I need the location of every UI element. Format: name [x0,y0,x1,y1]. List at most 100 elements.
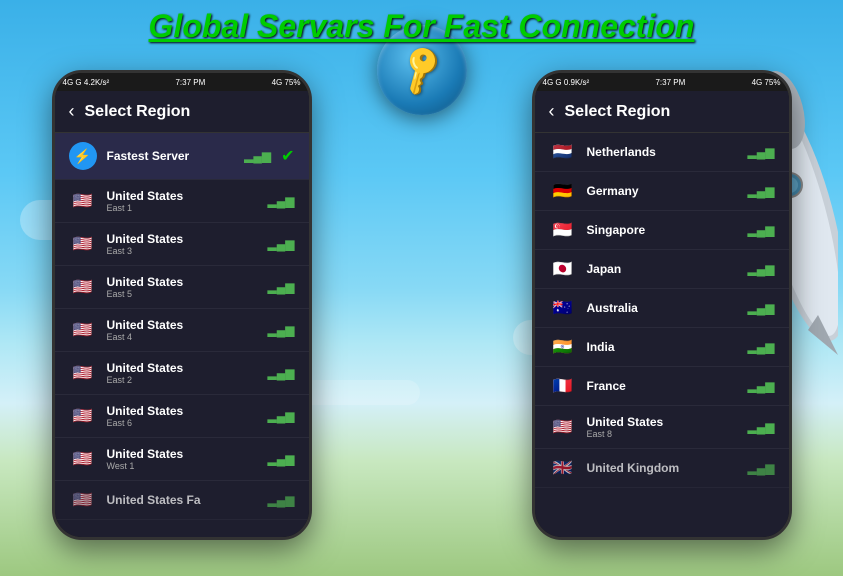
server-info: Fastest Server [107,149,235,163]
server-name: United States [107,275,258,289]
signal-icon: ▂▄▆ [748,145,775,159]
list-item[interactable]: 🇮🇳 India ▂▄▆ [535,328,789,367]
key-icon: 🔑 [392,41,452,100]
server-name: United States [107,232,258,246]
server-info: United States East 6 [107,404,258,428]
server-sub: East 4 [107,332,258,342]
signal-icon: ▂▄▆ [268,194,295,208]
server-list-right: 🇳🇱 Netherlands ▂▄▆ 🇩🇪 Germany ▂▄▆ [535,133,789,537]
flag-nl: 🇳🇱 [549,142,577,162]
status-left-info: 4G G 4.2K/s² [63,78,110,87]
list-item[interactable]: 🇺🇸 United States West 1 ▂▄▆ [55,438,309,481]
server-name: United States [107,318,258,332]
server-name: France [587,379,738,393]
flag-us: 🇺🇸 [69,490,97,510]
signal-icon: ▂▄▆ [268,237,295,251]
phone-left: 4G G 4.2K/s² 7:37 PM 4G 75% ‹ Select Reg… [52,70,312,540]
server-info: United States East 5 [107,275,258,299]
screen-header-right: ‹ Select Region [535,91,789,133]
flag-us: 🇺🇸 [549,417,577,437]
server-info: United States West 1 [107,447,258,471]
list-item[interactable]: 🇬🇧 United Kingdom ▂▄▆ [535,449,789,488]
flag-sg: 🇸🇬 [549,220,577,240]
signal-icon: ▂▄▆ [748,420,775,434]
status-time-left: 7:37 PM [175,78,205,87]
status-bar-right: 4G G 0.9K/s² 7:37 PM 4G 75% [535,73,789,91]
server-name: United States [587,415,738,429]
list-item[interactable]: 🇺🇸 United States Fa ▂▄▆ [55,481,309,520]
screen-header-left: ‹ Select Region [55,91,309,133]
signal-icon: ▂▄▆ [268,366,295,380]
server-name: Japan [587,262,738,276]
signal-icon: ▂▄▆ [748,184,775,198]
server-info: United States East 8 [587,415,738,439]
server-name: United States Fa [107,493,258,507]
list-item[interactable]: 🇳🇱 Netherlands ▂▄▆ [535,133,789,172]
list-item[interactable]: 🇫🇷 France ▂▄▆ [535,367,789,406]
flag-us: 🇺🇸 [69,277,97,297]
server-sub: East 3 [107,246,258,256]
flag-de: 🇩🇪 [549,181,577,201]
signal-icon: ▂▄▆ [748,340,775,354]
server-info: United States East 1 [107,189,258,213]
list-item[interactable]: 🇺🇸 United States East 2 ▂▄▆ [55,352,309,395]
signal-icon: ▂▄▆ [748,379,775,393]
signal-icon: ▂▄▆ [748,262,775,276]
server-sub: East 5 [107,289,258,299]
server-sub: East 6 [107,418,258,428]
flag-us: 🇺🇸 [69,406,97,426]
server-info: Japan [587,262,738,276]
status-right-info: 4G G 0.9K/s² [543,78,590,87]
status-bar-left: 4G G 4.2K/s² 7:37 PM 4G 75% [55,73,309,91]
flag-jp: 🇯🇵 [549,259,577,279]
flag-fr: 🇫🇷 [549,376,577,396]
phone-right: 4G G 0.9K/s² 7:37 PM 4G 75% ‹ Select Reg… [532,70,792,540]
server-name: Netherlands [587,145,738,159]
list-item[interactable]: 🇩🇪 Germany ▂▄▆ [535,172,789,211]
server-name: Singapore [587,223,738,237]
server-sub: East 1 [107,203,258,213]
page-title: Global Servars For Fast Connection [0,8,843,45]
back-button-left[interactable]: ‹ [69,101,75,122]
signal-icon: ▂▄▆ [748,223,775,237]
server-name: Germany [587,184,738,198]
list-item[interactable]: 🇸🇬 Singapore ▂▄▆ [535,211,789,250]
screen-right: ‹ Select Region 🇳🇱 Netherlands ▂▄▆ 🇩🇪 [535,91,789,537]
list-item[interactable]: 🇺🇸 United States East 1 ▂▄▆ [55,180,309,223]
screen-title-right: Select Region [565,103,671,121]
back-button-right[interactable]: ‹ [549,101,555,122]
server-info: Netherlands [587,145,738,159]
list-item[interactable]: 🇺🇸 United States East 5 ▂▄▆ [55,266,309,309]
server-name: United States [107,404,258,418]
server-info: Singapore [587,223,738,237]
list-item[interactable]: 🇯🇵 Japan ▂▄▆ [535,250,789,289]
fastest-icon: ⚡ [69,142,97,170]
signal-icon: ▂▄▆ [244,149,271,163]
check-icon: ✔ [281,146,294,166]
list-item[interactable]: 🇺🇸 United States East 4 ▂▄▆ [55,309,309,352]
signal-icon: ▂▄▆ [268,409,295,423]
server-name: Australia [587,301,738,315]
list-item[interactable]: 🇦🇺 Australia ▂▄▆ [535,289,789,328]
server-name: Fastest Server [107,149,235,163]
server-list-left: ⚡ Fastest Server ▂▄▆ ✔ 🇺🇸 United States … [55,133,309,537]
server-name: United States [107,361,258,375]
server-info: United States East 2 [107,361,258,385]
flag-in: 🇮🇳 [549,337,577,357]
flag-gb: 🇬🇧 [549,458,577,478]
flag-us: 🇺🇸 [69,449,97,469]
server-name: United Kingdom [587,461,738,475]
server-sub: East 2 [107,375,258,385]
flag-us: 🇺🇸 [69,320,97,340]
signal-icon: ▂▄▆ [268,280,295,294]
server-info: United States Fa [107,493,258,507]
server-info: United States East 4 [107,318,258,342]
server-info: France [587,379,738,393]
list-item[interactable]: 🇺🇸 United States East 3 ▂▄▆ [55,223,309,266]
list-item[interactable]: 🇺🇸 United States East 8 ▂▄▆ [535,406,789,449]
list-item[interactable]: ⚡ Fastest Server ▂▄▆ ✔ [55,133,309,180]
flag-us: 🇺🇸 [69,234,97,254]
list-item[interactable]: 🇺🇸 United States East 6 ▂▄▆ [55,395,309,438]
status-time-right: 7:37 PM [655,78,685,87]
status-right-right: 4G 75% [752,78,781,87]
